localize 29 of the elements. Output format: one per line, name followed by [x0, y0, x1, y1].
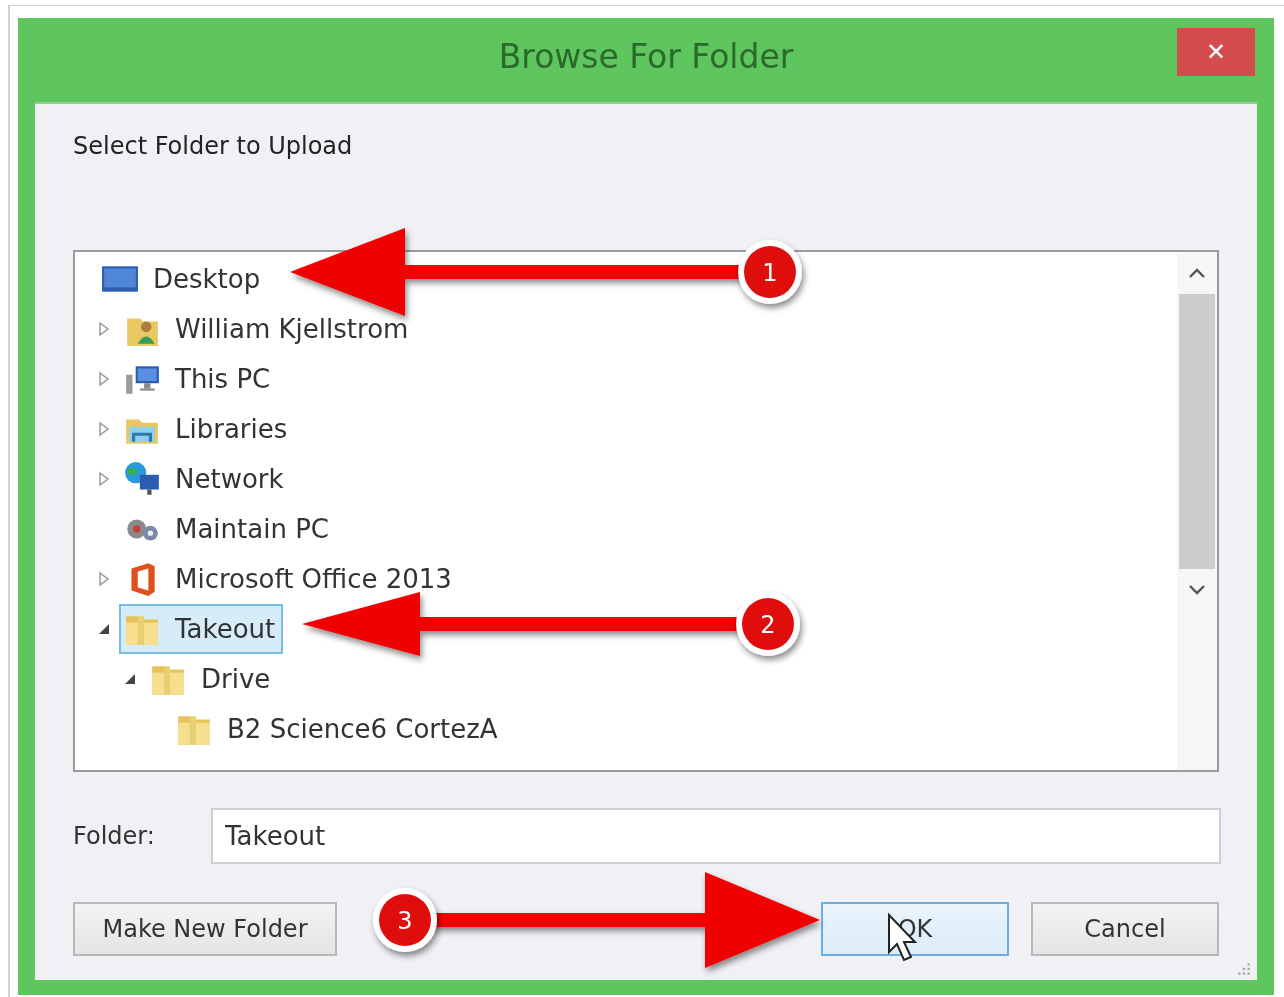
dialog-button[interactable]: Cancel: [1031, 902, 1219, 956]
collapsed-triangle-icon[interactable]: [97, 571, 111, 587]
tree-item[interactable]: This PC: [119, 354, 279, 404]
folder-label: Folder:: [73, 822, 156, 850]
tree-item[interactable]: Microsoft Office 2013: [119, 554, 460, 604]
tree-item[interactable]: Network: [119, 454, 292, 504]
tree-item[interactable]: B2 Science6 CortezA: [171, 704, 506, 754]
collapsed-triangle-icon[interactable]: [97, 371, 111, 387]
scrollbar[interactable]: [1177, 252, 1217, 770]
tree-item[interactable]: Desktop: [97, 254, 269, 304]
globe-monitor-icon: [123, 460, 161, 498]
folder-input-field[interactable]: Takeout: [211, 808, 1221, 864]
collapsed-triangle-icon[interactable]: [97, 421, 111, 437]
dialog-button[interactable]: Make New Folder: [73, 902, 337, 956]
step-badge: 3: [373, 888, 437, 952]
prompt-text: Select Folder to Upload: [73, 132, 354, 162]
scroll-up-icon[interactable]: [1187, 266, 1207, 280]
collapsed-triangle-icon[interactable]: [97, 471, 111, 487]
collapsed-triangle-icon[interactable]: [97, 321, 111, 337]
scroll-thumb[interactable]: [1179, 294, 1215, 569]
tree-item[interactable]: Drive: [145, 654, 279, 704]
tree-item[interactable]: Takeout: [119, 604, 284, 654]
window-title: Browse For Folder: [498, 36, 794, 76]
tree-item[interactable]: Libraries: [119, 404, 296, 454]
resize-grip-icon[interactable]: [1237, 962, 1251, 976]
tree-item[interactable]: William Kjellstrom: [119, 304, 417, 354]
tree-item[interactable]: Maintain PC: [119, 504, 337, 554]
scroll-down-icon[interactable]: [1187, 583, 1207, 597]
close-button[interactable]: ✕: [1177, 28, 1255, 76]
